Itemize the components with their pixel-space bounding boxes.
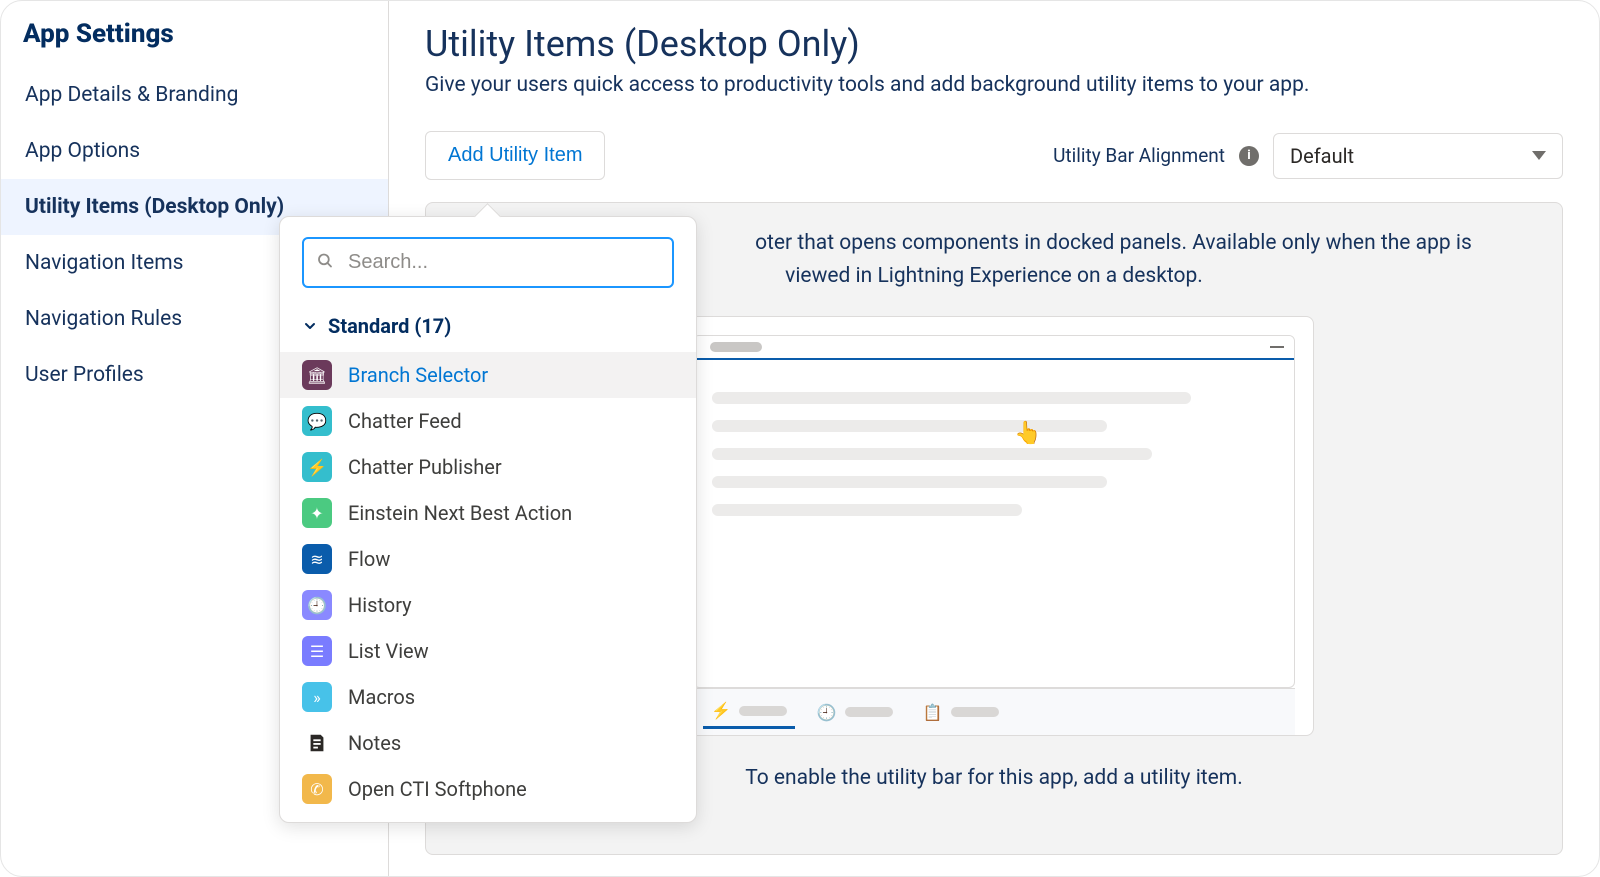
sidebar-item-app-details[interactable]: App Details & Branding <box>1 67 388 123</box>
preview-body <box>694 360 1294 687</box>
utility-bar-preview: ⚡ 🕘 📋 <box>674 316 1314 736</box>
menu-item-label: Macros <box>348 685 415 709</box>
menu-item-list-view[interactable]: ☰ List View <box>280 628 696 674</box>
minimize-icon <box>1270 346 1284 348</box>
menu-item-notes[interactable]: Notes <box>280 720 696 766</box>
menu-item-label: Open CTI Softphone <box>348 777 527 801</box>
menu-item-branch-selector[interactable]: 🏛 Branch Selector <box>280 352 696 398</box>
section-standard[interactable]: Standard (17) <box>280 306 696 348</box>
phone-icon: ✆ <box>302 774 332 804</box>
page-subtitle: Give your users quick access to producti… <box>425 73 1563 97</box>
sidebar-item-label: App Details & Branding <box>25 83 238 107</box>
skeleton-line <box>712 448 1152 460</box>
chevron-down-icon <box>302 318 318 334</box>
menu-item-flow[interactable]: ≋ Flow <box>280 536 696 582</box>
add-utility-item-menu: Standard (17) 🏛 Branch Selector 💬 Chatte… <box>279 216 697 823</box>
tab-skeleton <box>951 707 999 717</box>
menu-item-label: Notes <box>348 731 401 755</box>
sidebar-item-app-options[interactable]: App Options <box>1 123 388 179</box>
clock-icon: 🕘 <box>817 703 837 722</box>
menu-item-label: Chatter Publisher <box>348 455 502 479</box>
menu-item-macros[interactable]: » Macros <box>280 674 696 720</box>
skeleton-line <box>712 420 1107 432</box>
sparkle-icon: ✦ <box>302 498 332 528</box>
menu-item-einstein-nba[interactable]: ✦ Einstein Next Best Action <box>280 490 696 536</box>
preview-utility-bar: ⚡ 🕘 📋 <box>693 688 1295 735</box>
menu-item-history[interactable]: 🕘 History <box>280 582 696 628</box>
menu-item-label: Einstein Next Best Action <box>348 501 572 525</box>
menu-item-open-cti-softphone[interactable]: ✆ Open CTI Softphone <box>280 766 696 812</box>
preview-tab: 🕘 <box>809 697 901 728</box>
menu-item-chatter-publisher[interactable]: ⚡ Chatter Publisher <box>280 444 696 490</box>
preview-panel <box>693 335 1295 688</box>
menu-item-label: Flow <box>348 547 390 571</box>
add-utility-item-label: Add Utility Item <box>448 144 582 166</box>
search-icon <box>316 251 334 274</box>
speech-icon: 💬 <box>302 406 332 436</box>
menu-item-chatter-feed[interactable]: 💬 Chatter Feed <box>280 398 696 444</box>
caret-down-icon <box>1532 151 1546 160</box>
sidebar-item-label: Utility Items (Desktop Only) <box>25 195 284 219</box>
sidebar-item-label: User Profiles <box>25 363 144 387</box>
menu-item-label: Branch Selector <box>348 363 488 387</box>
page-title: Utility Items (Desktop Only) <box>425 23 1563 65</box>
menu-item-label: History <box>348 593 412 617</box>
alignment-select[interactable]: Default <box>1273 133 1563 179</box>
building-columns-icon: 🏛 <box>302 360 332 390</box>
toolbar: Add Utility Item Utility Bar Alignment i… <box>425 131 1563 180</box>
add-utility-item-button[interactable]: Add Utility Item <box>425 131 605 180</box>
utility-item-list: 🏛 Branch Selector 💬 Chatter Feed ⚡ Chatt… <box>280 348 696 812</box>
app-window: App Settings App Details & Branding App … <box>0 0 1600 877</box>
menu-item-label: List View <box>348 639 429 663</box>
alignment-value: Default <box>1290 144 1354 168</box>
section-label: Standard (17) <box>328 314 451 338</box>
sidebar-item-label: Navigation Items <box>25 251 183 275</box>
alignment-label: Utility Bar Alignment <box>1053 144 1225 167</box>
tab-skeleton <box>845 707 893 717</box>
preview-title-skeleton <box>710 342 762 352</box>
sidebar-title: App Settings <box>1 9 388 67</box>
info-description-visible: oter that opens components in docked pan… <box>755 231 1472 288</box>
main-content: Utility Items (Desktop Only) Give your u… <box>389 1 1599 876</box>
skeleton-line <box>712 504 1022 516</box>
alignment-group: Utility Bar Alignment i Default <box>1053 133 1563 179</box>
chevrons-icon: » <box>302 682 332 712</box>
note-icon <box>302 728 332 758</box>
waves-icon: ≋ <box>302 544 332 574</box>
skeleton-line <box>712 476 1107 488</box>
list-icon: ☰ <box>302 636 332 666</box>
preview-tab: ⚡ <box>703 695 795 729</box>
skeleton-line <box>712 392 1191 404</box>
search-wrap <box>302 237 674 288</box>
bolt-icon: ⚡ <box>302 452 332 482</box>
sidebar-item-label: App Options <box>25 139 140 163</box>
note-icon: 📋 <box>923 703 943 722</box>
clock-icon: 🕘 <box>302 590 332 620</box>
preview-tab: 📋 <box>915 697 1007 728</box>
bolt-icon: ⚡ <box>711 701 731 720</box>
menu-item-label: Chatter Feed <box>348 409 462 433</box>
tab-skeleton <box>739 706 787 716</box>
info-icon[interactable]: i <box>1239 146 1259 166</box>
search-input[interactable] <box>302 237 674 288</box>
sidebar-item-label: Navigation Rules <box>25 307 182 331</box>
preview-header <box>694 336 1294 360</box>
